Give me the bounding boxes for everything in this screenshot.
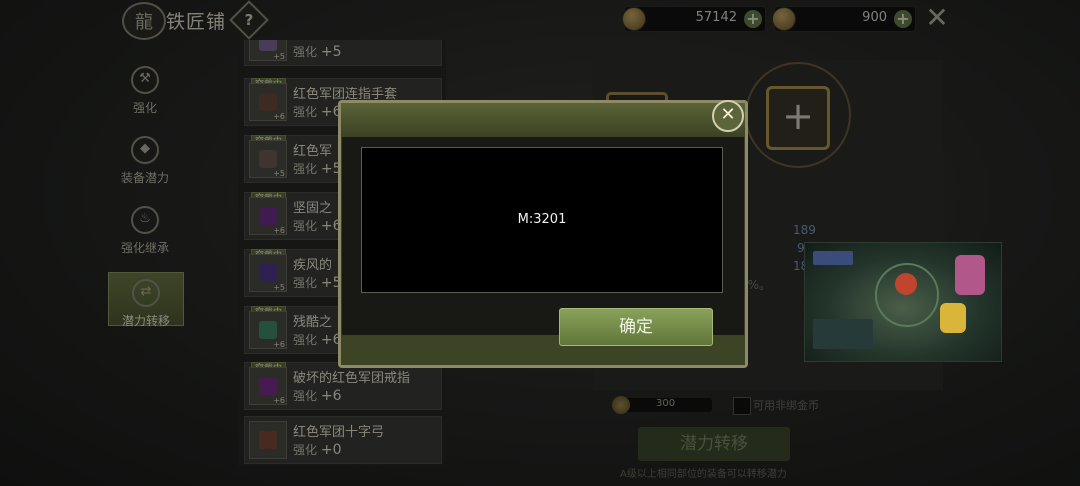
dialog-close-button[interactable]: ✕ (712, 100, 744, 132)
chat-box (813, 319, 873, 349)
character-sprite (955, 255, 985, 295)
hud-bar (813, 251, 853, 265)
confirm-button[interactable]: 确定 (559, 308, 713, 346)
character-sprite (940, 303, 966, 333)
message-dialog: M:3201 确定 (338, 100, 748, 368)
dialog-header (341, 103, 745, 137)
dialog-message: M:3201 (517, 212, 567, 227)
character-sprite (895, 273, 917, 295)
dialog-message-box: M:3201 (361, 147, 723, 293)
floating-video-window[interactable] (804, 242, 1002, 362)
